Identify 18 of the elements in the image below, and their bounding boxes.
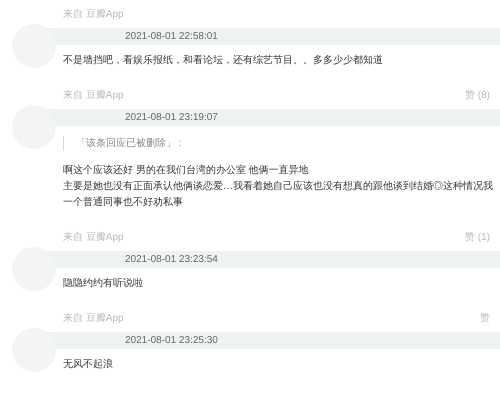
comment-time: 2021-08-01 23:19:07 — [125, 111, 218, 125]
comment-source: 来自 豆瓣App — [63, 312, 124, 326]
comment-source: 来自 豆瓣App — [63, 88, 124, 102]
quoted-reply: 「该条回应已被删除」 : — [63, 136, 500, 151]
comment-time: 2021-08-01 23:25:30 — [125, 334, 218, 348]
like-button[interactable]: 赞 — [480, 310, 490, 326]
comment-text: 主要是她也没有正面承认他俩谈恋爱…我看着她自己应该也没有想真的跟他谈到结婚◎这种情况我 — [63, 180, 494, 194]
like-button[interactable]: 赞 (1) — [465, 230, 490, 244]
comment-time: 2021-08-01 23:23:54 — [125, 253, 218, 267]
comment-source: 来自 豆瓣App — [63, 230, 124, 244]
comment-text: 无风不起浪 — [63, 358, 114, 372]
comment-source: 来自 豆瓣App — [63, 8, 124, 22]
comment-text: 一个普通同事也不好劝私事 — [63, 196, 184, 210]
comment-text: 不是墙挡吧，看娱乐报纸，和看论坛，还有综艺节目。。多多少少都知道 — [63, 54, 384, 68]
comment-time: 2021-08-01 22:58:01 — [125, 30, 218, 44]
comment-text: 隐隐约约有听说啦 — [63, 276, 144, 291]
comment-text: 啊这个应该还好 男的在我们台湾的办公室 他俩一直异地 — [63, 164, 310, 178]
like-button[interactable]: 赞 (8) — [465, 88, 490, 102]
